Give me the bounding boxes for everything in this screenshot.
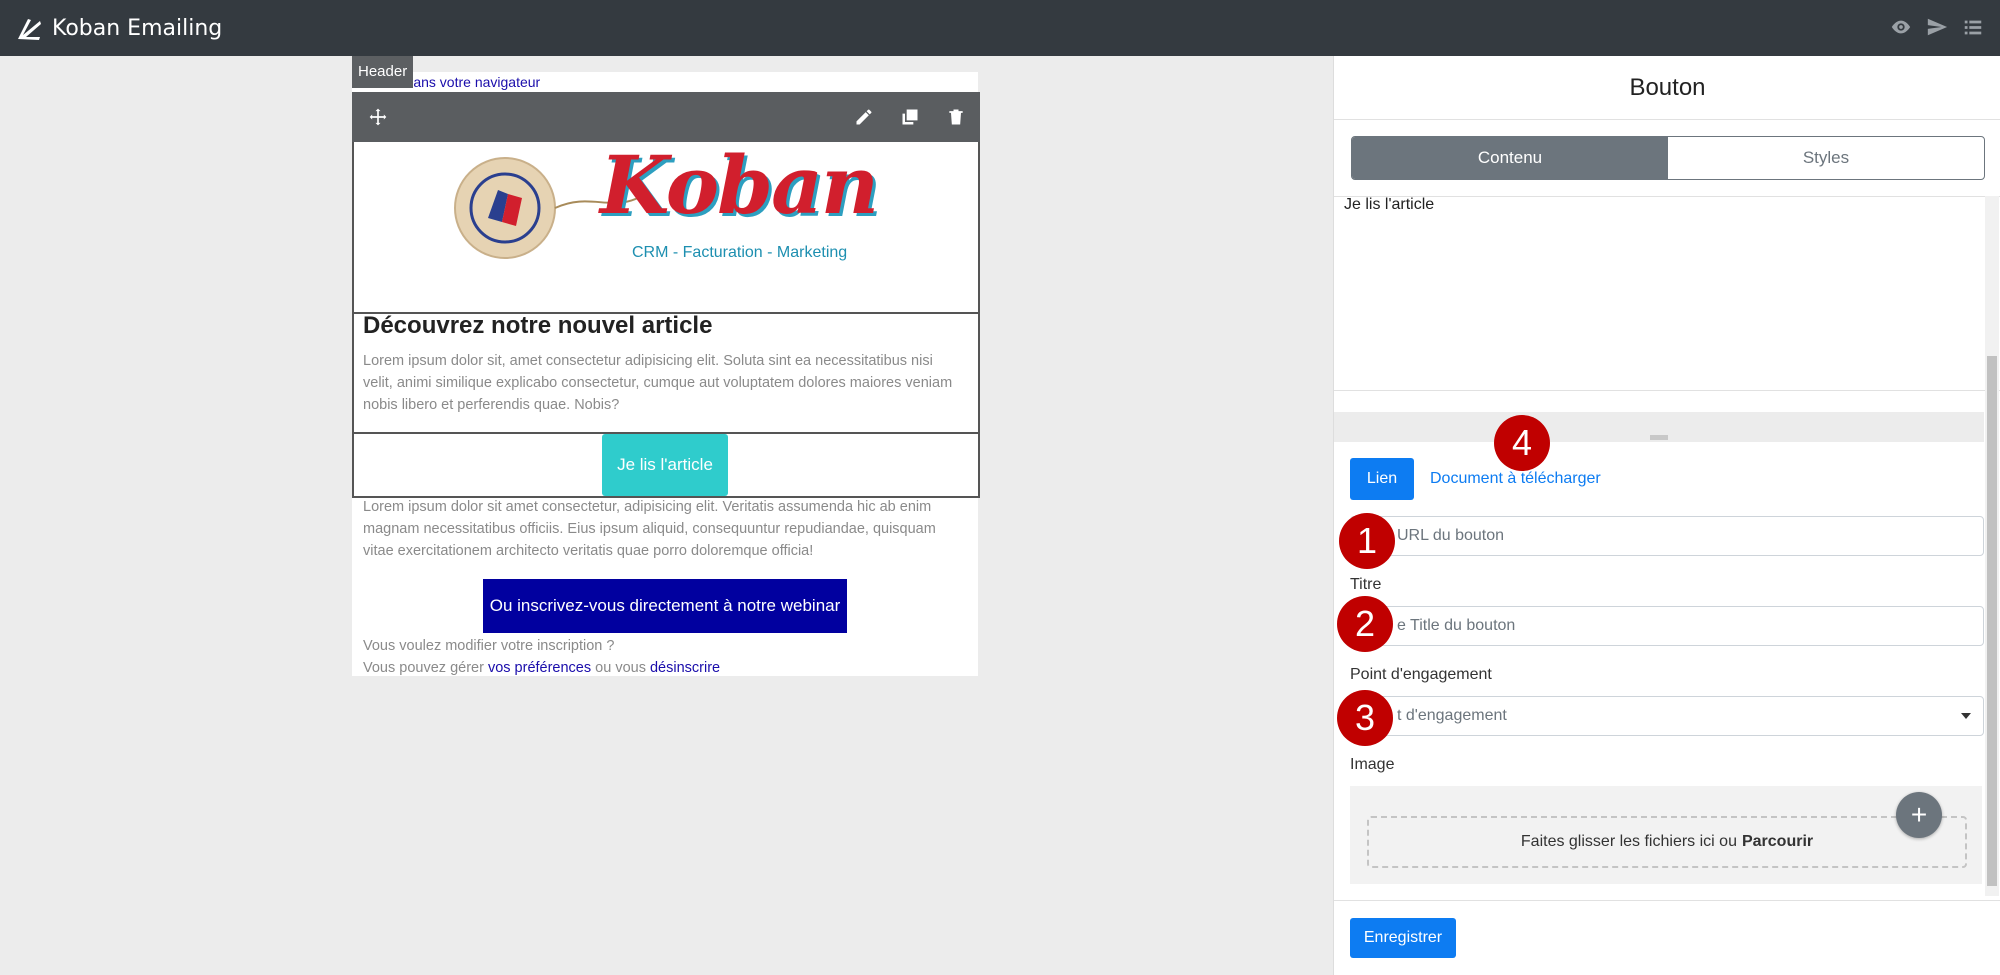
koban-tagline: CRM - Facturation - Marketing <box>632 244 848 261</box>
annotation-badge-2: 2 <box>1337 596 1393 652</box>
app-title: Koban Emailing <box>52 15 223 41</box>
divider <box>1334 390 2000 391</box>
article-text[interactable]: Lorem ipsum dolor sit, amet consectetur … <box>363 350 963 416</box>
eye-icon[interactable] <box>1890 16 1912 38</box>
engagement-label: Point d'engagement <box>1350 666 1492 683</box>
engagement-value: t d'engagement <box>1397 707 1507 724</box>
footer-line: Vous pouvez gérer vos préférences ou vou… <box>363 660 721 676</box>
email-footer[interactable]: Vous voulez modifier votre inscription ?… <box>363 635 720 679</box>
annotation-badge-3: 3 <box>1337 690 1393 746</box>
dropzone-text: Faites glisser les fichiers ici ou <box>1520 833 1737 850</box>
koban-wordmark: Koban <box>600 138 879 232</box>
panel-title: Bouton <box>1629 74 1706 101</box>
save-button[interactable]: Enregistrer <box>1350 918 1456 958</box>
title-label: Titre <box>1350 576 1382 593</box>
divider <box>1334 119 2000 120</box>
annotation-badge-4: 4 <box>1494 415 1550 471</box>
view-in-browser-link[interactable]: r dans votre navigateur <box>397 74 540 90</box>
panel-tabs: Contenu Styles <box>1351 136 1985 180</box>
chevron-down-icon <box>1961 713 1971 719</box>
brand[interactable]: Koban Emailing <box>14 13 222 43</box>
header-section-tag[interactable]: Header <box>352 56 414 88</box>
koban-logo-icon <box>18 19 41 40</box>
read-article-button[interactable]: Je lis l'article <box>602 434 728 496</box>
duplicate-icon[interactable] <box>900 107 920 127</box>
tab-contenu[interactable]: Contenu <box>1352 137 1668 179</box>
unsubscribe-link[interactable]: désinscrire <box>650 660 720 676</box>
engagement-select[interactable]: t d'engagement <box>1350 696 1984 736</box>
editor-content[interactable]: Je lis l'article <box>1344 196 1434 214</box>
footer-line: Vous voulez modifier votre inscription ? <box>363 638 615 654</box>
file-dropzone[interactable]: Faites glisser les fichiers ici ou Parco… <box>1367 816 1967 868</box>
resize-grip-icon[interactable] <box>1650 435 1668 440</box>
browse-link[interactable]: Parcourir <box>1742 833 1813 851</box>
tab-styles[interactable]: Styles <box>1668 137 1984 179</box>
delete-icon[interactable] <box>946 107 966 127</box>
edit-icon[interactable] <box>854 107 874 127</box>
webinar-button[interactable]: Ou inscrivez-vous directement à notre we… <box>483 579 847 633</box>
secondary-text[interactable]: Lorem ipsum dolor sit amet consectetur, … <box>363 496 963 562</box>
link-type-button[interactable]: Lien <box>1350 458 1414 500</box>
add-icon[interactable]: + <box>1896 792 1942 838</box>
article-title[interactable]: Découvrez notre nouvel article <box>363 312 712 340</box>
image-label: Image <box>1350 756 1395 773</box>
divider <box>1334 900 2000 901</box>
list-icon[interactable] <box>1962 16 1984 38</box>
scrollbar-thumb[interactable] <box>1987 356 1997 886</box>
document-download-link[interactable]: Document à télécharger <box>1430 470 1601 488</box>
button-url-input[interactable]: URL du bouton <box>1350 516 1984 556</box>
preferences-link[interactable]: vos préférences <box>488 660 591 676</box>
block-toolbar <box>352 92 980 142</box>
send-icon[interactable] <box>1926 16 1948 38</box>
properties-panel: Bouton Contenu Styles Je lis l'article L… <box>1333 56 2000 975</box>
top-bar: Koban Emailing <box>0 0 2000 56</box>
rich-text-editor[interactable] <box>1334 196 1984 386</box>
annotation-badge-1: 1 <box>1339 513 1395 569</box>
move-icon[interactable] <box>368 107 388 127</box>
button-title-input[interactable]: e Title du bouton <box>1350 606 1984 646</box>
